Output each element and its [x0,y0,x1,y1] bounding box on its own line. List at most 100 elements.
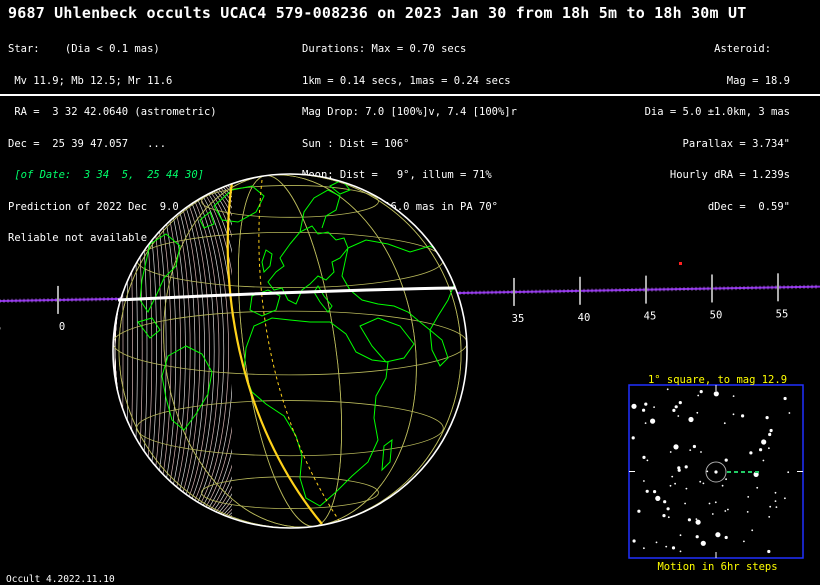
field-star [702,482,705,485]
field-star [759,448,763,452]
field-star [677,415,680,417]
field-star [699,480,702,483]
field-star [687,518,692,522]
field-star [699,390,703,394]
field-star [663,500,667,504]
field-star [762,459,765,462]
field-star [768,516,771,518]
time-tick-label: 45 [644,311,657,323]
field-star [662,514,666,518]
field-star [665,545,668,548]
field-star [732,413,735,416]
field-star [667,516,670,519]
occultation-window: 9687 Uhlenbeck occults UCAC4 579-008236 … [0,0,820,585]
day-side-fill [232,174,467,528]
field-star [784,497,786,500]
field-star [674,405,678,409]
field-star [751,529,754,532]
field-star [645,489,649,493]
field-star [727,508,729,511]
field-star [631,436,635,440]
field-star [653,406,655,408]
field-star [643,480,645,482]
field-star [696,411,699,414]
time-tick-label: 40 [578,312,591,324]
field-star [788,412,791,414]
field-star [692,444,697,449]
field-star [666,388,669,391]
time-tick-label: 5 [0,322,1,334]
field-star [743,540,745,543]
field-star [679,534,682,537]
inset-star-chart [628,384,804,559]
earth-globe [112,173,468,529]
field-star [749,451,753,455]
field-star [711,513,714,515]
field-star [787,471,790,474]
star-position-marker [679,262,682,265]
field-star [769,432,771,435]
field-star [679,550,682,553]
field-star [774,500,777,502]
field-star [685,487,688,490]
field-star [653,490,657,494]
field-star [765,416,769,420]
field-star [725,478,727,481]
time-tick-label: 55 [776,308,789,320]
field-star [674,482,676,485]
field-star [768,447,770,450]
field-star [678,401,682,405]
field-star [650,418,656,424]
target-star [714,470,718,474]
field-star [700,451,702,453]
field-star [715,532,721,538]
field-star [706,470,709,473]
field-star [666,507,670,511]
field-star [684,502,686,505]
field-star [761,439,767,445]
field-star [767,549,771,554]
field-star [783,396,787,401]
field-star [642,408,646,412]
field-star [672,408,676,412]
field-star [724,458,728,462]
field-star [769,428,773,433]
field-star [646,459,649,462]
field-star [741,414,745,418]
field-star [747,496,750,498]
field-star [643,547,645,550]
field-star [708,502,711,505]
field-star [769,505,772,508]
field-star [756,486,759,489]
field-star [724,510,727,512]
field-star [695,518,698,520]
field-star [644,422,647,424]
inset-footer: Motion in 6hr steps [657,561,778,573]
field-star [671,546,676,550]
field-star [684,465,688,469]
time-tick-label: 0 [59,321,65,333]
field-star [689,449,692,451]
field-star [746,511,749,513]
field-star [721,484,724,487]
field-star [655,541,658,544]
field-star [631,403,637,409]
field-star [713,391,719,397]
field-star [695,519,701,525]
field-star [677,466,681,470]
field-star [700,540,706,546]
occultation-diagram: 503540455055 [0,173,820,559]
field-star [632,539,636,543]
field-star [695,535,699,539]
time-tick-label: 50 [710,309,723,321]
field-star [669,451,672,453]
field-star [688,416,694,423]
field-star [644,402,648,406]
time-tick-label: 35 [512,313,525,325]
field-star [774,491,777,494]
field-star [723,422,726,425]
field-star [637,509,641,513]
software-version: Occult 4.2022.11.10 [6,574,115,585]
field-star [669,484,672,487]
field-star [714,501,717,504]
